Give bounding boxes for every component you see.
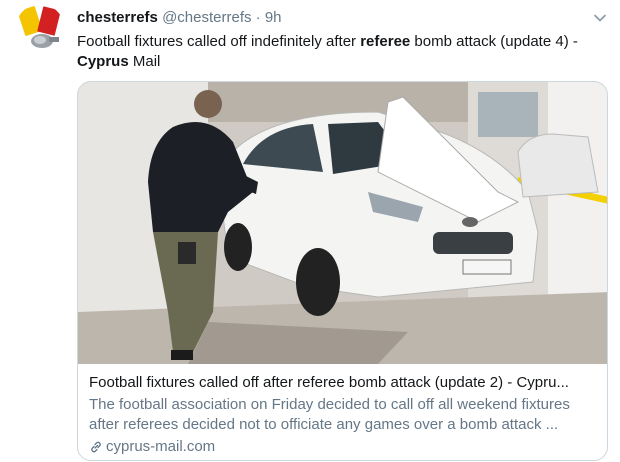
tweet-header: chesterrefs @chesterrefs · 9h <box>77 8 282 28</box>
card-domain-text: cyprus-mail.com <box>106 438 216 455</box>
avatar[interactable] <box>16 4 64 52</box>
display-name[interactable]: chesterrefs <box>77 9 158 26</box>
tweet-text-part: Football fixtures called off indefinitel… <box>77 33 361 50</box>
user-handle[interactable]: @chesterrefs <box>162 9 251 26</box>
card-title[interactable]: Football fixtures called off after refer… <box>89 373 599 393</box>
link-icon <box>91 441 101 453</box>
card-domain[interactable]: cyprus-mail.com <box>89 437 599 457</box>
yellow-red-cards-whistle-icon <box>17 6 61 48</box>
tweet-text-bold: referee <box>360 33 411 50</box>
damaged-car-photo <box>78 82 607 364</box>
tweet-text: Football fixtures called off indefinitel… <box>77 32 607 72</box>
tweet-text-bold: Cyprus <box>77 53 129 70</box>
tweet-text-part: bomb attack (update 4) - <box>410 33 578 50</box>
card-image[interactable] <box>78 82 607 364</box>
link-card[interactable]: Football fixtures called off after refer… <box>77 81 608 461</box>
tweet-text-part: Mail <box>128 53 161 70</box>
tweet-menu-button[interactable] <box>592 10 608 26</box>
separator-dot: · <box>255 9 261 26</box>
card-description: The football association on Friday decid… <box>89 396 570 433</box>
card-body: Football fixtures called off after refer… <box>89 373 599 457</box>
timestamp[interactable]: 9h <box>265 9 282 26</box>
chevron-down-icon <box>594 14 606 22</box>
